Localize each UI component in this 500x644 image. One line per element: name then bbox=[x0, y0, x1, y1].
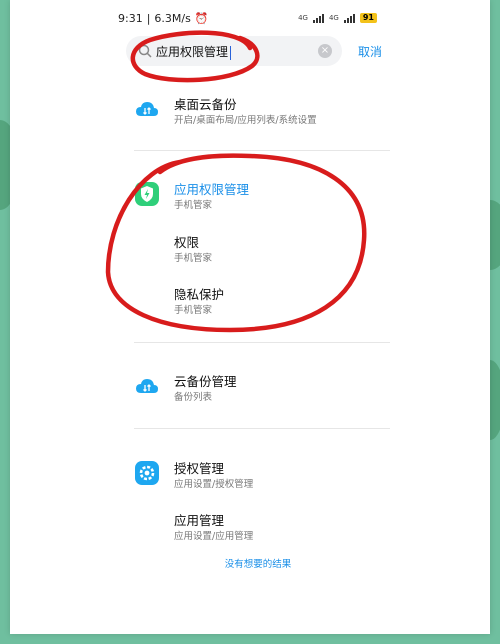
result-subtitle: 开启/桌面布局/应用列表/系统设置 bbox=[174, 115, 317, 126]
search-box[interactable]: 应用权限管理 × bbox=[126, 36, 342, 66]
result-title: 权限 bbox=[174, 235, 200, 250]
search-input-value: 应用权限管理 bbox=[156, 45, 229, 59]
cloud-icon bbox=[136, 102, 158, 116]
text-cursor bbox=[230, 45, 232, 60]
result-permissions[interactable]: 权限 手机管家 bbox=[126, 232, 390, 266]
result-subtitle: 手机管家 bbox=[174, 200, 213, 211]
search-icon bbox=[138, 44, 152, 58]
search-input[interactable]: 应用权限管理 bbox=[156, 43, 232, 60]
result-app-management[interactable]: 应用管理 应用设置/应用管理 bbox=[126, 510, 390, 544]
status-time: 9:31 bbox=[118, 11, 143, 25]
search-bar: 应用权限管理 × 取消 bbox=[126, 36, 382, 66]
status-separator: | bbox=[146, 11, 151, 25]
result-authorization-management[interactable]: 授权管理 应用设置/授权管理 bbox=[126, 458, 390, 492]
divider bbox=[134, 150, 390, 151]
result-title: 云备份管理 bbox=[174, 374, 237, 389]
result-title: 应用管理 bbox=[174, 513, 225, 528]
result-subtitle: 应用设置/应用管理 bbox=[174, 531, 254, 542]
status-bar: 9:31 | 6.3M/s ⏰ 4G 4G 91 bbox=[118, 10, 377, 26]
signal-2-icon bbox=[343, 13, 355, 23]
result-title: 应用权限管理 bbox=[174, 182, 250, 197]
result-subtitle: 手机管家 bbox=[174, 305, 213, 316]
result-subtitle: 应用设置/授权管理 bbox=[174, 479, 254, 490]
result-subtitle: 手机管家 bbox=[174, 253, 213, 264]
result-app-permission-management[interactable]: 应用权限管理 手机管家 bbox=[126, 179, 390, 213]
signal-2-label: 4G bbox=[328, 14, 339, 22]
result-title: 授权管理 bbox=[174, 461, 225, 476]
result-desktop-cloud-backup[interactable]: 桌面云备份 开启/桌面布局/应用列表/系统设置 bbox=[126, 94, 390, 128]
alarm-icon: ⏰ bbox=[194, 11, 209, 25]
no-result-link[interactable]: 没有想要的结果 bbox=[126, 556, 390, 570]
settings-icon bbox=[135, 461, 159, 485]
result-title: 桌面云备份 bbox=[174, 97, 237, 112]
signal-1-icon bbox=[312, 13, 324, 23]
result-title: 隐私保护 bbox=[174, 287, 225, 302]
result-cloud-backup-management[interactable]: 云备份管理 备份列表 bbox=[126, 371, 390, 405]
network-speed: 6.3M/s bbox=[154, 11, 191, 25]
battery-icon: 91 bbox=[359, 13, 377, 23]
result-subtitle: 备份列表 bbox=[174, 392, 213, 403]
cloud-icon bbox=[136, 379, 158, 393]
divider bbox=[134, 428, 390, 429]
clear-icon[interactable]: × bbox=[318, 44, 332, 58]
phone-screen: 9:31 | 6.3M/s ⏰ 4G 4G 91 应用权限管理 × 取消 桌面云… bbox=[10, 0, 490, 634]
result-privacy-protection[interactable]: 隐私保护 手机管家 bbox=[126, 284, 390, 318]
cancel-button[interactable]: 取消 bbox=[358, 43, 382, 60]
security-icon bbox=[135, 182, 159, 206]
divider bbox=[134, 342, 390, 343]
signal-1-label: 4G bbox=[298, 14, 308, 22]
